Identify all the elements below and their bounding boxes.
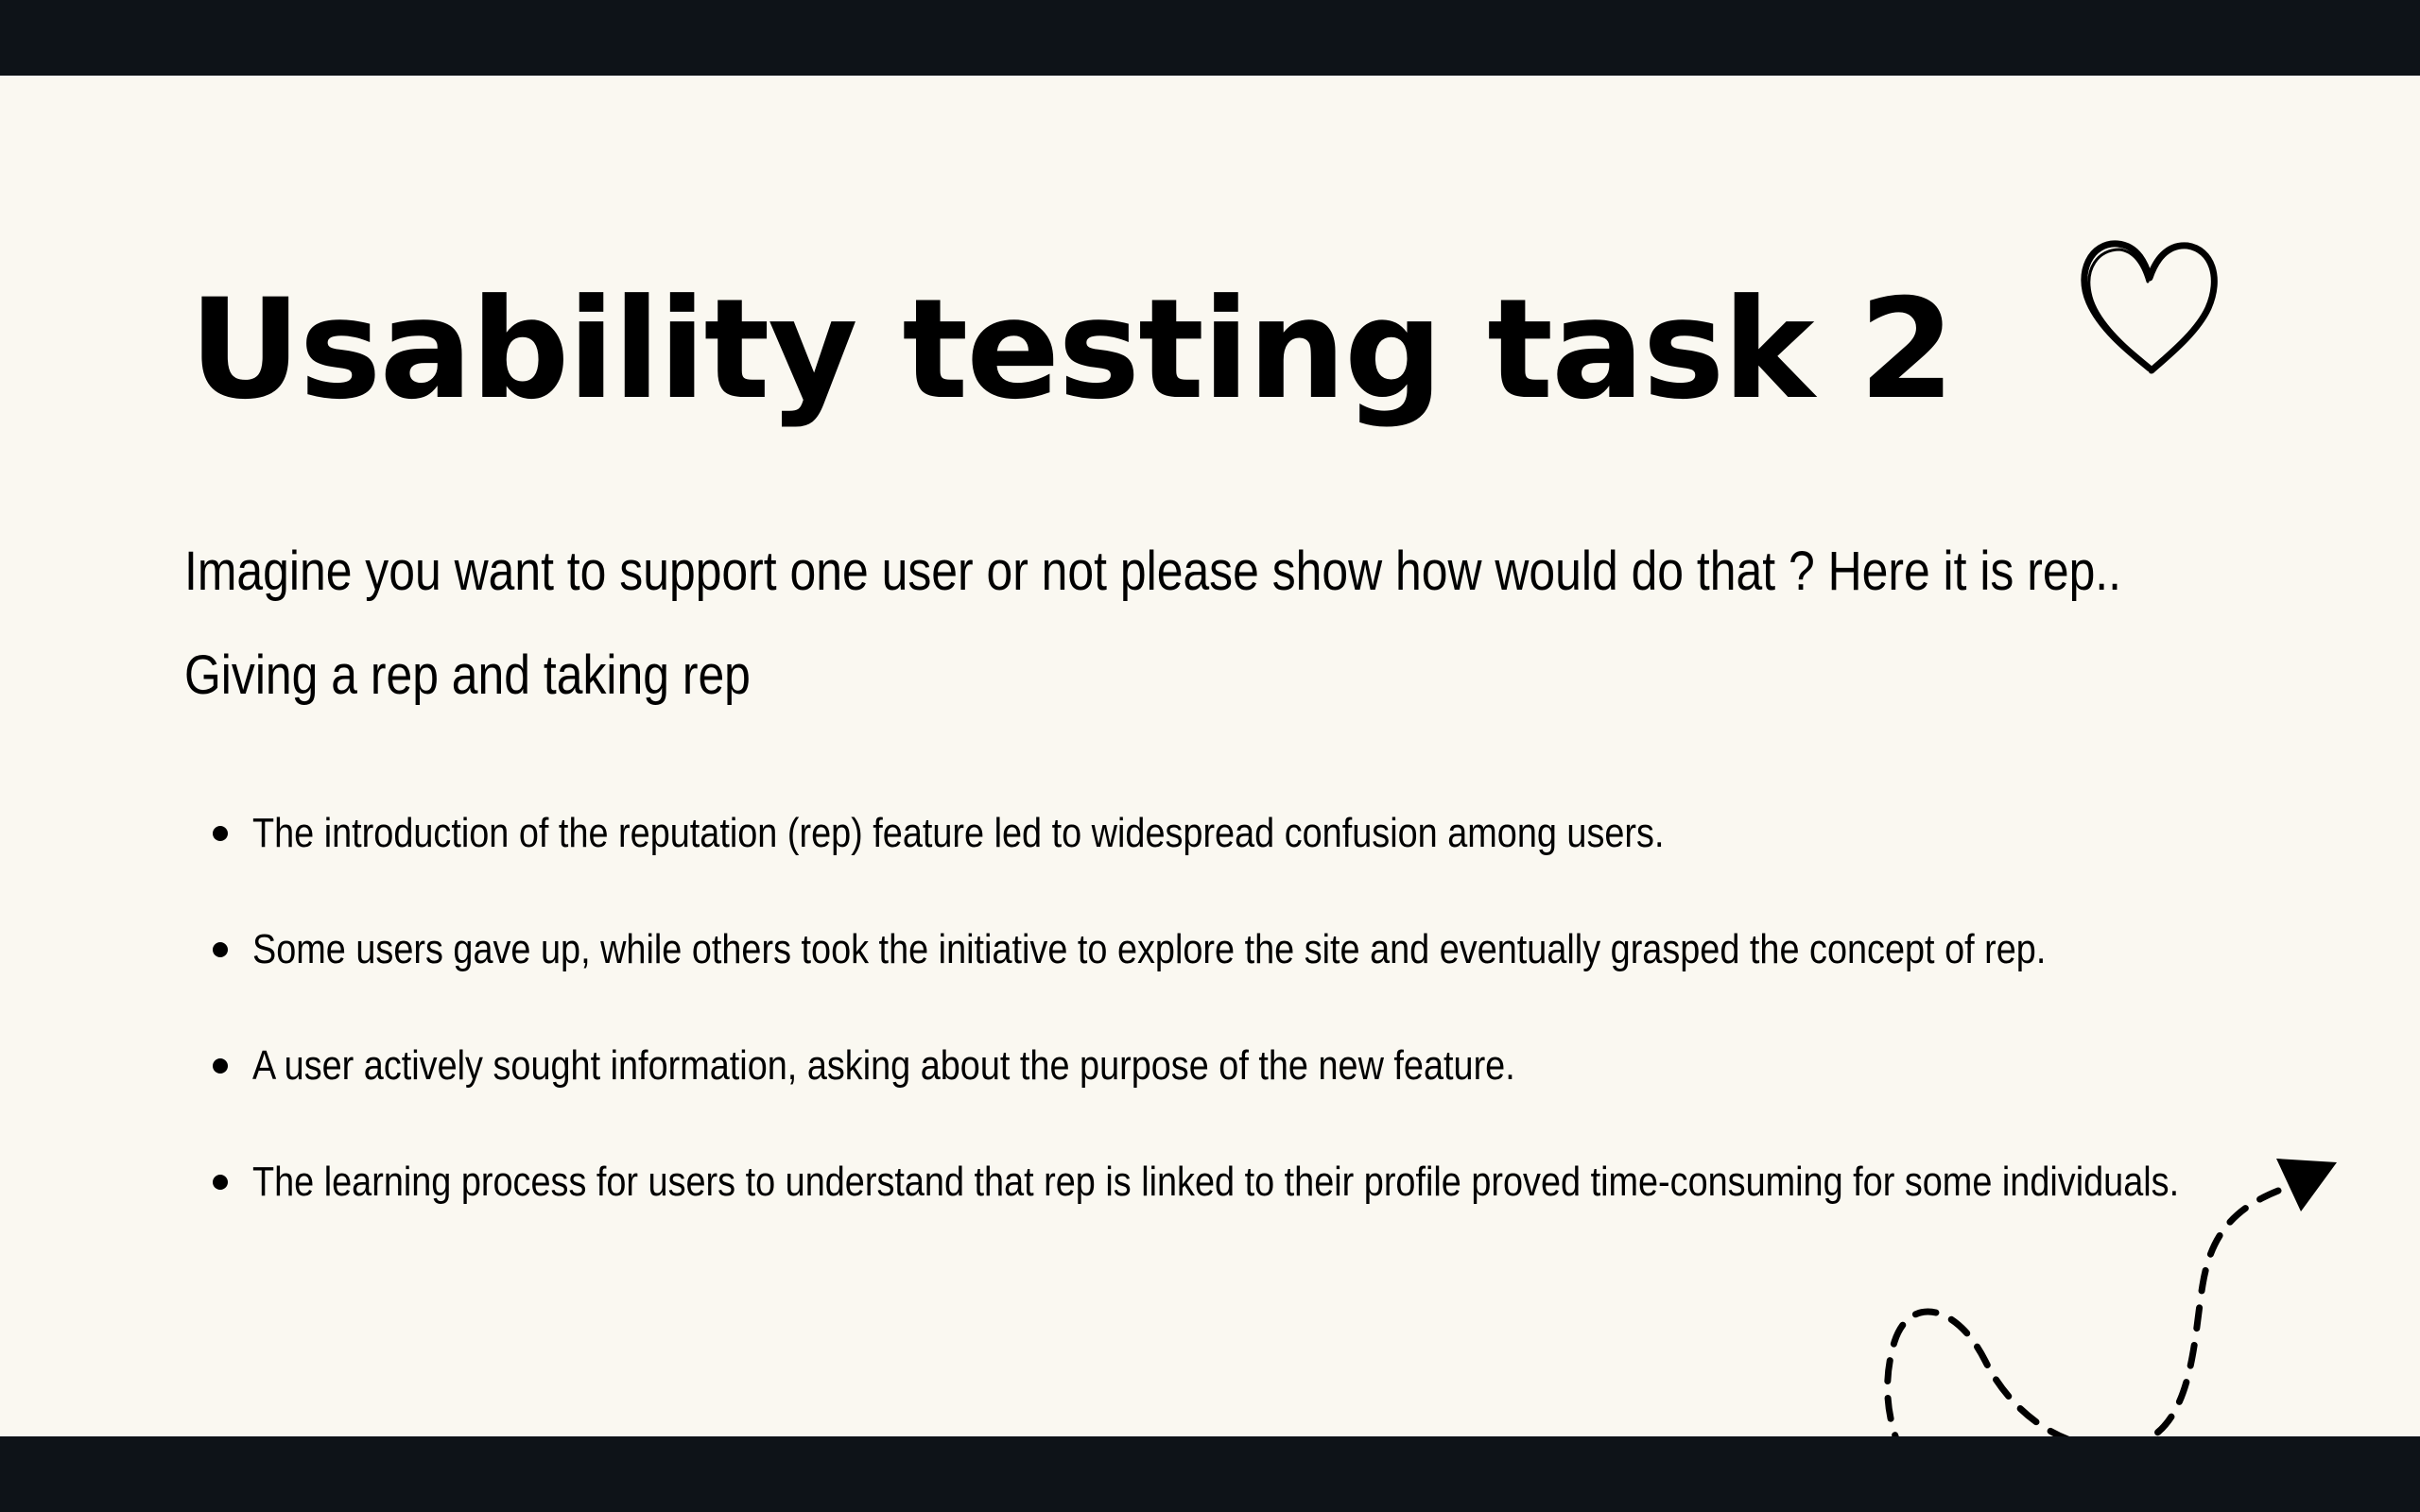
list-item-text: A user actively sought information, aski… [252, 1042, 1515, 1089]
bullet-icon [213, 1058, 228, 1074]
list-item-text: Some users gave up, while others took th… [252, 926, 2047, 972]
slide-title: Usability testing task 2 [189, 269, 1955, 430]
intro-line-2: Giving a rep and taking rep [184, 644, 751, 706]
list-item: Some users gave up, while others took th… [203, 891, 2226, 1007]
dashed-arrow-icon [1884, 1159, 2337, 1436]
list-item: The introduction of the reputation (rep)… [203, 775, 2226, 891]
bullet-icon [213, 826, 228, 841]
heart-icon [2081, 240, 2218, 374]
bullet-icon [213, 942, 228, 957]
slide: Usability testing task 2 Imagine you wan… [0, 76, 2420, 1436]
task-intro: Imagine you want to support one user or … [184, 520, 2264, 728]
intro-line-1: Imagine you want to support one user or … [184, 541, 2122, 602]
list-item: A user actively sought information, aski… [203, 1007, 2226, 1124]
bullet-icon [213, 1175, 228, 1190]
presentation-viewer: Usability testing task 2 Imagine you wan… [0, 0, 2420, 1512]
list-item-text: The introduction of the reputation (rep)… [252, 810, 1665, 856]
